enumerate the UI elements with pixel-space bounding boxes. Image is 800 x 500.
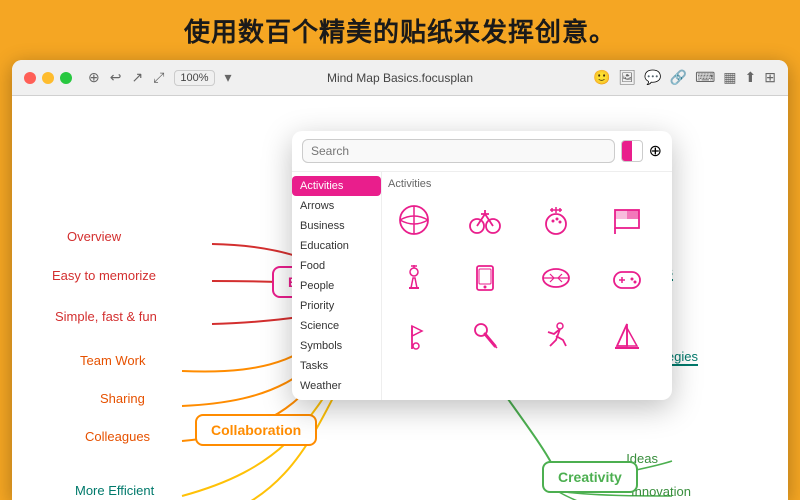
node-simple: Simple, fast & fun xyxy=(55,309,157,324)
share2-icon[interactable]: ⬆ xyxy=(745,69,757,86)
category-education[interactable]: Education xyxy=(292,236,381,256)
sticker-bicycle[interactable] xyxy=(459,194,511,246)
overview-label: Overview xyxy=(67,229,121,244)
sticker-panel: ⊕ Activities Arrows Business Education F… xyxy=(292,131,672,400)
undo-icon[interactable]: ↩ xyxy=(110,69,122,86)
toolbar-left: ⊕ ↩ ↗ ⤢ 100% ▾ xyxy=(88,69,232,86)
node-colleagues: Colleagues xyxy=(85,429,150,444)
category-food[interactable]: Food xyxy=(292,256,381,276)
innovation-label: Innovation xyxy=(631,484,691,499)
banner-text: 使用数百个精美的贴纸来发挥创意。 xyxy=(184,12,616,49)
comment-icon[interactable]: 💬 xyxy=(644,69,661,86)
sticker-grid xyxy=(388,194,666,362)
sticker-basketball[interactable] xyxy=(388,194,440,246)
node-sharing: Sharing xyxy=(100,391,145,406)
sticker-flag[interactable] xyxy=(601,194,653,246)
layout-icon[interactable]: ⊞ xyxy=(764,69,776,86)
category-activities[interactable]: Activities xyxy=(292,176,381,196)
zoom-level[interactable]: 100% xyxy=(174,70,214,86)
zoom-dropdown-icon[interactable]: ▾ xyxy=(225,69,232,86)
sticker-gamepad[interactable] xyxy=(601,252,653,304)
sticker-running[interactable] xyxy=(530,310,582,362)
collapse-icon[interactable]: ⤢ xyxy=(153,69,164,86)
minimize-button[interactable] xyxy=(42,72,54,84)
sticker-golf[interactable] xyxy=(388,310,440,362)
category-priority[interactable]: Priority xyxy=(292,296,381,316)
category-tasks[interactable]: Tasks xyxy=(292,356,381,376)
teamwork-label: Team Work xyxy=(80,353,146,368)
traffic-lights xyxy=(24,72,72,84)
node-overview: Overview xyxy=(67,229,121,244)
category-arrows[interactable]: Arrows xyxy=(292,196,381,216)
sticker-football[interactable] xyxy=(530,252,582,304)
link-icon[interactable]: 🔗 xyxy=(670,69,687,86)
app-window: ⊕ ↩ ↗ ⤢ 100% ▾ Mind Map Basics.focusplan… xyxy=(12,60,788,500)
efficient-label: More Efficient xyxy=(75,483,154,498)
share-icon[interactable]: ↗ xyxy=(131,69,143,86)
category-science[interactable]: Science xyxy=(292,316,381,336)
node-innovation: Innovation xyxy=(631,484,691,499)
category-symbols[interactable]: Symbols xyxy=(292,336,381,356)
close-button[interactable] xyxy=(24,72,36,84)
fullscreen-button[interactable] xyxy=(60,72,72,84)
emoji-icon[interactable]: 🙂 xyxy=(593,69,610,86)
sharing-label: Sharing xyxy=(100,391,145,406)
keyboard-icon[interactable]: ⌨ xyxy=(695,69,715,86)
node-teamwork: Team Work xyxy=(80,353,146,368)
sticker-grid-area: Activities xyxy=(382,172,672,400)
sticker-sailing[interactable] xyxy=(601,310,653,362)
sticker-search-input[interactable] xyxy=(302,139,615,163)
color-swatch[interactable] xyxy=(621,140,643,162)
node-efficient: More Efficient xyxy=(75,483,154,498)
category-weather[interactable]: Weather xyxy=(292,376,381,396)
toolbar-right: 🙂 🖼 💬 🔗 ⌨ ▦ ⬆ ⊞ xyxy=(593,69,776,86)
sticker-section-label: Activities xyxy=(388,178,666,190)
sticker-body: Activities Arrows Business Education Foo… xyxy=(292,172,672,400)
node-easy: Easy to memorize xyxy=(52,268,156,283)
title-bar: ⊕ ↩ ↗ ⤢ 100% ▾ Mind Map Basics.focusplan… xyxy=(12,60,788,96)
sticker-tablet[interactable] xyxy=(459,252,511,304)
sticker-chess[interactable] xyxy=(388,252,440,304)
nav-back-icon[interactable]: ⊕ xyxy=(88,69,100,86)
image-icon[interactable]: 🖼 xyxy=(618,69,636,86)
sticker-bowling[interactable] xyxy=(530,194,582,246)
top-banner: 使用数百个精美的贴纸来发挥创意。 xyxy=(0,0,800,60)
mindmap-canvas: Overview Easy to memorize Simple, fast &… xyxy=(12,96,788,500)
easy-label: Easy to memorize xyxy=(52,268,156,283)
colleagues-label: Colleagues xyxy=(85,429,150,444)
creativity-node[interactable]: Creativity xyxy=(542,461,638,493)
window-title: Mind Map Basics.focusplan xyxy=(327,71,473,85)
category-list: Activities Arrows Business Education Foo… xyxy=(292,172,382,400)
sticker-pingpong[interactable] xyxy=(459,310,511,362)
toggle-icon[interactable]: ⊕ xyxy=(649,141,662,161)
category-business[interactable]: Business xyxy=(292,216,381,236)
category-people[interactable]: People xyxy=(292,276,381,296)
panel-icon[interactable]: ▦ xyxy=(723,69,736,86)
simple-label: Simple, fast & fun xyxy=(55,309,157,324)
sticker-search-bar: ⊕ xyxy=(292,131,672,172)
collaboration-node[interactable]: Collaboration xyxy=(195,414,317,446)
